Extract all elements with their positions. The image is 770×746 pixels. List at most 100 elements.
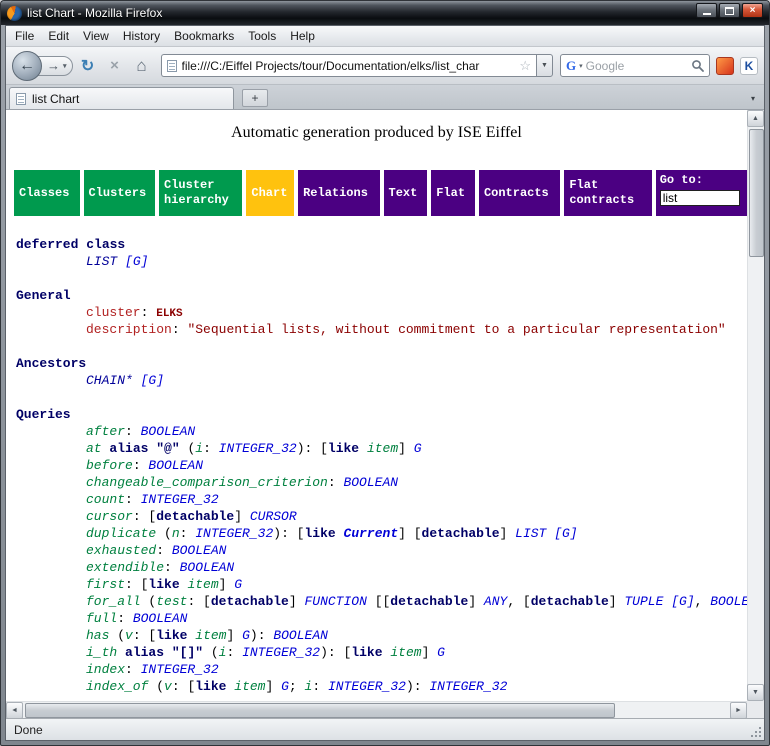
bookmark-star-icon[interactable]: ☆: [519, 58, 531, 74]
home-icon: ⌂: [136, 56, 146, 76]
seg-type[interactable]: LIST: [515, 526, 546, 541]
close-button[interactable]: ×: [742, 3, 763, 18]
seg-pl: : [: [172, 679, 195, 694]
nav-button-text[interactable]: Text: [384, 170, 428, 216]
nav-button-relations[interactable]: Relations: [298, 170, 379, 216]
seg-cls[interactable]: LIST: [86, 254, 117, 269]
seg-feat: extendible: [86, 560, 164, 575]
tab-bar: list Chart + ▾: [6, 85, 764, 110]
seg-gen[interactable]: [G]: [554, 526, 577, 541]
scroll-right-button[interactable]: ►: [730, 702, 747, 719]
url-text[interactable]: file:///C:/Eiffel Projects/tour/Document…: [182, 59, 515, 73]
seg-gen[interactable]: G: [414, 441, 422, 456]
window-frame: FileEditViewHistoryBookmarksToolsHelp ← …: [5, 25, 765, 741]
horizontal-scroll-thumb[interactable]: [25, 703, 615, 718]
seg-feat: changeable_comparison_criterion: [86, 475, 328, 490]
goto-input[interactable]: [660, 190, 740, 206]
seg-gen[interactable]: [G]: [125, 254, 148, 269]
menu-item-edit[interactable]: Edit: [41, 27, 76, 45]
seg-type[interactable]: BOOLEAN: [180, 560, 235, 575]
scroll-left-button[interactable]: ◄: [6, 702, 23, 719]
seg-type[interactable]: BOOLEAN: [148, 458, 203, 473]
seg-type[interactable]: INTEGER_32: [195, 526, 273, 541]
search-placeholder[interactable]: Google: [586, 59, 688, 73]
extension-icon-k[interactable]: K: [740, 57, 758, 75]
seg-pl: [336, 526, 344, 541]
menu-item-file[interactable]: File: [8, 27, 41, 45]
menu-item-tools[interactable]: Tools: [241, 27, 283, 45]
google-logo-icon: G: [566, 58, 576, 74]
seg-kw2: alias "@": [109, 441, 179, 456]
seg-gen[interactable]: [G]: [141, 373, 164, 388]
tab-list-dropdown[interactable]: ▾: [745, 89, 761, 107]
seg-type[interactable]: BOOLEAN: [273, 628, 328, 643]
scroll-down-button[interactable]: ▼: [747, 684, 764, 701]
seg-pl: ]: [609, 594, 625, 609]
seg-type[interactable]: INTEGER_32: [141, 662, 219, 677]
url-bar[interactable]: file:///C:/Eiffel Projects/tour/Document…: [161, 54, 536, 77]
menu-item-bookmarks[interactable]: Bookmarks: [167, 27, 241, 45]
menu-item-view[interactable]: View: [76, 27, 116, 45]
seg-gen[interactable]: G: [281, 679, 289, 694]
seg-type[interactable]: INTEGER_32: [141, 492, 219, 507]
doc-line: after: BOOLEAN: [6, 423, 747, 440]
seg-type[interactable]: FUNCTION: [304, 594, 366, 609]
seg-type[interactable]: INTEGER_32: [219, 441, 297, 456]
seg-type[interactable]: BOOLEAN: [172, 543, 227, 558]
seg-type[interactable]: INTEGER_32: [242, 645, 320, 660]
minimize-button[interactable]: [696, 3, 717, 18]
search-box[interactable]: G ▾ Google: [560, 54, 710, 77]
reload-button[interactable]: ↻: [76, 54, 100, 78]
minimize-icon: [703, 13, 711, 15]
new-tab-button[interactable]: +: [242, 89, 268, 107]
nav-button-flat[interactable]: Flat: [431, 170, 475, 216]
menu-item-history[interactable]: History: [116, 27, 167, 45]
doc-line: Ancestors: [6, 355, 747, 372]
magnifier-icon[interactable]: [691, 59, 704, 72]
seg-gen[interactable]: G: [437, 645, 445, 660]
seg-type[interactable]: CURSOR: [250, 509, 297, 524]
seg-kw2: like: [328, 441, 359, 456]
nav-button-chart[interactable]: Chart: [246, 170, 294, 216]
nav-button-cluster-hierarchy[interactable]: Cluster hierarchy: [159, 170, 242, 216]
seg-gen[interactable]: G: [234, 577, 242, 592]
seg-type[interactable]: BOOLEAN: [141, 424, 196, 439]
nav-button-contracts[interactable]: Contracts: [479, 170, 560, 216]
history-dropdown-icon[interactable]: ▾: [63, 62, 67, 70]
resize-grip[interactable]: [749, 725, 762, 738]
stop-button[interactable]: ×: [103, 54, 127, 78]
maximize-button[interactable]: [719, 3, 740, 18]
seg-pl: :: [156, 543, 172, 558]
seg-gen[interactable]: [G]: [671, 594, 694, 609]
vertical-scrollbar[interactable]: ▲ ▼: [747, 110, 764, 701]
doc-line: duplicate (n: INTEGER_32): [like Current…: [6, 525, 747, 542]
scroll-up-button[interactable]: ▲: [747, 110, 764, 127]
search-engine-dropdown-icon[interactable]: ▾: [579, 62, 583, 70]
seg-type[interactable]: INTEGER_32: [429, 679, 507, 694]
seg-kw2: like: [148, 577, 179, 592]
back-button[interactable]: ←: [12, 51, 42, 81]
menu-item-help[interactable]: Help: [283, 27, 322, 45]
url-dropdown-button[interactable]: ▼: [536, 54, 553, 77]
tab-list-chart[interactable]: list Chart: [9, 87, 234, 109]
seg-type[interactable]: BOOLEAN: [133, 611, 188, 626]
nav-button-flat-contracts[interactable]: Flat contracts: [564, 170, 651, 216]
seg-type[interactable]: TUPLE: [624, 594, 663, 609]
seg-cls[interactable]: CHAIN*: [86, 373, 133, 388]
home-button[interactable]: ⌂: [130, 54, 154, 78]
doc-line: General: [6, 287, 747, 304]
seg-type[interactable]: INTEGER_32: [328, 679, 406, 694]
seg-gen[interactable]: G: [242, 628, 250, 643]
seg-type[interactable]: BOOLEAN: [710, 594, 747, 609]
seg-type[interactable]: ANY: [484, 594, 507, 609]
doc-line: [6, 338, 747, 355]
title-bar[interactable]: list Chart - Mozilla Firefox ×: [1, 1, 769, 25]
seg-feat: exhausted: [86, 543, 156, 558]
nav-button-classes[interactable]: Classes: [14, 170, 80, 216]
extension-icon-red[interactable]: [716, 57, 734, 75]
nav-button-clusters[interactable]: Clusters: [84, 170, 155, 216]
vertical-scroll-thumb[interactable]: [749, 129, 764, 257]
horizontal-scrollbar[interactable]: ◄ ►: [6, 701, 747, 718]
seg-pl: [133, 373, 141, 388]
seg-type[interactable]: BOOLEAN: [343, 475, 398, 490]
